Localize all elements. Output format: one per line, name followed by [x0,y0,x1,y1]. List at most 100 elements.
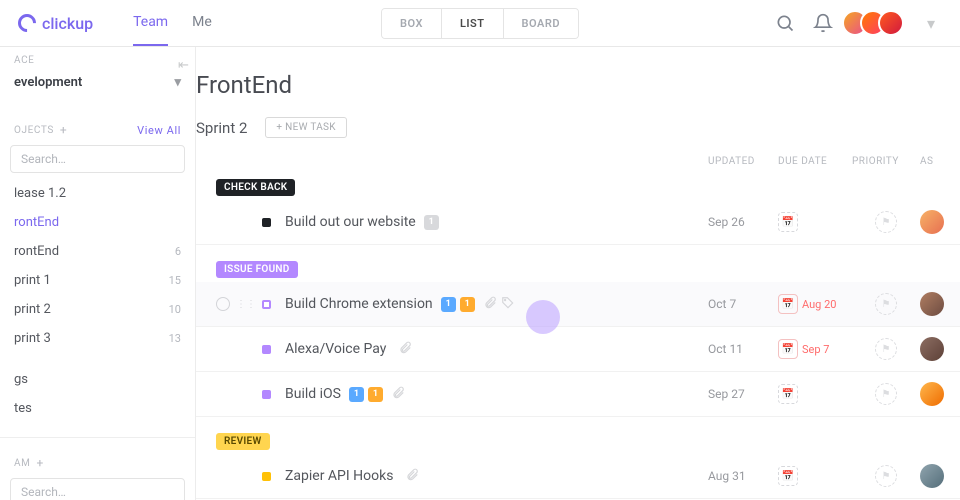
task-priority[interactable]: ⚑ [852,465,920,487]
status-square[interactable] [262,390,271,399]
sidebar-item-release[interactable]: lease 1.2 [0,179,195,208]
sidebar-item-label: rontEnd [14,244,59,259]
logo-icon [14,10,39,35]
section-check-back: CHECK BACK ⋮⋮ Build out our website 1 Se… [196,173,960,245]
task-updated: Sep 26 [708,215,778,229]
status-square[interactable] [262,472,271,481]
view-board[interactable]: BOARD [503,9,578,38]
sidebar-item[interactable]: print 313 [0,324,195,353]
task-priority[interactable]: ⚑ [852,383,920,405]
select-circle[interactable] [216,297,230,311]
status-pill-review[interactable]: REVIEW [216,433,270,450]
sidebar-item-label: gs [14,372,28,387]
topbar: clickup Team Me BOX LIST BOARD ▾ [0,0,960,47]
sidebar-team-search[interactable]: Search… [10,478,185,500]
avatar [920,337,944,361]
status-square[interactable] [262,345,271,354]
attachment-icon[interactable] [483,295,497,314]
sidebar-item-label: lease 1.2 [14,186,66,201]
drag-handle-icon[interactable]: ⋮⋮ [236,299,256,310]
status-pill-check-back[interactable]: CHECK BACK [216,179,295,196]
task-title: Build iOS [285,386,341,402]
view-box[interactable]: BOX [382,9,441,38]
sidebar-item-frontend[interactable]: rontEnd [0,208,195,237]
avatar [920,292,944,316]
column-headers: UPDATED DUE DATE PRIORITY AS [196,156,960,173]
task-assignee[interactable] [920,464,948,488]
sidebar-space-name: evelopment [14,75,82,90]
nav-tabs: Team Me [133,0,212,46]
task-priority[interactable]: ⚑ [852,293,920,315]
task-due[interactable]: 📅 [778,466,852,486]
task-due[interactable]: 📅 Sep 7 [778,339,852,359]
calendar-icon: 📅 [778,294,798,314]
col-assignee: AS [920,156,948,167]
sidebar-team-label: AM + [0,448,195,472]
task-due[interactable]: 📅Aug 20 [778,294,852,314]
sidebar-item-count: 15 [169,274,181,287]
sidebar-search[interactable]: Search… [10,145,185,173]
task-assignee[interactable] [920,382,948,406]
status-square[interactable] [262,218,271,227]
flag-icon: ⚑ [875,211,897,233]
avatar [920,210,944,234]
flag-icon: ⚑ [875,383,897,405]
page-title: FrontEnd [196,71,960,117]
sidebar-item[interactable]: print 115 [0,266,195,295]
task-row[interactable]: ⋮⋮ Alexa/Voice Pay Oct 11 📅Sep 7 ⚑ [196,327,960,372]
task-assignee[interactable] [920,292,948,316]
task-due[interactable]: 📅 [778,212,852,232]
sidebar-item[interactable]: rontEnd 6 [0,237,195,266]
sidebar-item-label: rontEnd [14,215,59,230]
plus-icon[interactable]: + [36,456,43,470]
task-row[interactable]: ⋮⋮ Build out our website 1 Sep 26 📅 ⚑ [196,200,960,245]
col-updated: UPDATED [708,156,778,167]
new-task-button[interactable]: + NEW TASK [265,117,346,138]
task-assignee[interactable] [920,210,948,234]
chevron-down-icon[interactable]: ▾ [920,12,942,34]
avatar [878,10,904,36]
task-row[interactable]: ⋮⋮ Zapier API Hooks Aug 31 📅 ⚑ [196,454,960,499]
task-title: Zapier API Hooks [285,468,393,484]
calendar-icon: 📅 [778,339,798,359]
task-assignee[interactable] [920,337,948,361]
search-icon[interactable] [774,12,796,34]
avatar [920,382,944,406]
task-updated: Aug 31 [708,469,778,483]
nav-tab-me[interactable]: Me [192,0,212,46]
task-title: Build Chrome extension [285,296,433,312]
attachment-icon[interactable] [391,385,405,404]
task-badge: 1 [424,215,439,230]
avatar-stack[interactable] [850,10,904,36]
collapse-sidebar-icon[interactable]: ⇤ [178,58,189,73]
sidebar-item-count: 6 [175,245,181,258]
flag-icon: ⚑ [875,293,897,315]
task-badge: 1 [349,387,364,402]
task-badge: 1 [460,297,475,312]
task-row[interactable]: ⋮⋮ Build Chrome extension 1 1 Oct 7 📅Aug… [196,282,960,327]
sidebar-item[interactable]: print 210 [0,295,195,324]
logo[interactable]: clickup [18,14,93,33]
view-list[interactable]: LIST [441,9,503,38]
task-row[interactable]: ⋮⋮ Build iOS 1 1 Sep 27 📅 ⚑ [196,372,960,417]
plus-icon[interactable]: + [60,123,67,137]
sidebar-item-tes[interactable]: tes [0,394,195,423]
task-title: Build out our website [285,214,416,230]
sprint-name: Sprint 2 [196,119,247,137]
due-date-text: Sep 7 [802,343,829,356]
attachment-icon[interactable] [398,340,412,359]
nav-tab-team[interactable]: Team [133,0,168,46]
task-priority[interactable]: ⚑ [852,211,920,233]
tag-icon[interactable] [501,295,515,314]
task-due[interactable]: 📅 [778,384,852,404]
view-switch: BOX LIST BOARD [381,8,579,39]
status-pill-issue-found[interactable]: ISSUE FOUND [216,261,298,278]
sidebar-item-gs[interactable]: gs [0,365,195,394]
view-all-link[interactable]: View All [137,124,181,137]
task-priority[interactable]: ⚑ [852,338,920,360]
sprint-header: Sprint 2 + NEW TASK [196,117,960,138]
bell-icon[interactable] [812,12,834,34]
attachment-icon[interactable] [405,467,419,486]
status-square[interactable] [262,300,271,309]
sidebar-space[interactable]: evelopment ▾ [0,68,195,97]
